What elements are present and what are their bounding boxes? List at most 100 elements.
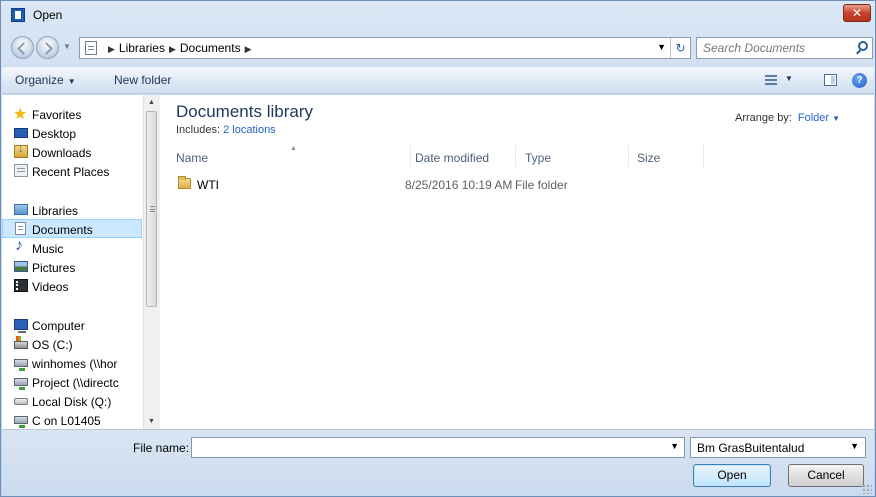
network-drive-icon bbox=[14, 359, 28, 371]
sidebar-item-recent-places[interactable]: Recent Places bbox=[2, 162, 142, 181]
sidebar-item-local-disk-q[interactable]: Local Disk (Q:) bbox=[2, 392, 142, 411]
scrollbar-thumb[interactable] bbox=[146, 111, 157, 307]
network-drive-icon bbox=[14, 416, 28, 428]
sidebar-item-computer[interactable]: Computer bbox=[2, 316, 142, 335]
breadcrumb-chevron-icon[interactable]: ▶ bbox=[241, 44, 256, 54]
column-header-size[interactable]: Size bbox=[637, 145, 697, 169]
sidebar-item-favorites[interactable]: Favorites bbox=[2, 105, 142, 124]
open-button[interactable]: Open bbox=[693, 464, 771, 487]
sidebar-item-label: Computer bbox=[32, 319, 85, 333]
forward-button[interactable] bbox=[36, 36, 59, 59]
cancel-button[interactable]: Cancel bbox=[788, 464, 864, 487]
breadcrumb-libraries[interactable]: Libraries bbox=[119, 41, 165, 55]
column-divider[interactable] bbox=[703, 145, 704, 167]
organize-label: Organize bbox=[15, 73, 64, 87]
sidebar-item-desktop[interactable]: Desktop bbox=[2, 124, 142, 143]
sidebar-item-label: Documents bbox=[32, 223, 93, 237]
sidebar-item-label: Videos bbox=[32, 280, 69, 294]
desktop-icon bbox=[14, 128, 28, 138]
title-bar[interactable]: Open ✕ bbox=[1, 1, 875, 31]
change-view-button[interactable]: ▼ bbox=[765, 73, 795, 89]
search-input[interactable] bbox=[703, 39, 853, 57]
pictures-icon bbox=[14, 261, 28, 272]
sidebar-item-project[interactable]: Project (\\directc bbox=[2, 373, 142, 392]
folder-icon bbox=[178, 176, 191, 189]
sidebar-item-label: winhomes (\\hor bbox=[32, 357, 118, 371]
videos-icon bbox=[14, 279, 30, 292]
file-row[interactable]: WTI 8/25/2016 10:19 AM File folder bbox=[170, 175, 860, 195]
sidebar-item-pictures[interactable]: Pictures bbox=[2, 258, 142, 277]
column-divider[interactable] bbox=[628, 145, 629, 167]
navigation-scrollbar[interactable]: ▲ ▼ bbox=[143, 95, 159, 429]
sidebar-item-label: Desktop bbox=[32, 127, 77, 141]
preview-pane-icon[interactable] bbox=[824, 74, 837, 86]
music-icon bbox=[14, 239, 28, 255]
arrange-label: Arrange by: bbox=[735, 112, 792, 124]
search-box[interactable] bbox=[696, 37, 873, 59]
sidebar-item-c-on-l01405[interactable]: C on L01405 bbox=[2, 411, 142, 429]
column-header-date-modified[interactable]: Date modified bbox=[415, 145, 520, 169]
open-dialog: Open ✕ ▼ ▶Libraries▶Documents▶ ▼ ↻ Organ… bbox=[0, 0, 876, 497]
locations-link[interactable]: 2 locations bbox=[223, 124, 276, 136]
arrange-by-dropdown[interactable]: Folder bbox=[798, 112, 829, 124]
address-dropdown-icon[interactable]: ▼ bbox=[657, 42, 666, 52]
network-drive-icon bbox=[14, 378, 28, 390]
file-list-pane: Documents library Includes: 2 locations … bbox=[160, 95, 874, 429]
includes-label: Includes: bbox=[176, 124, 221, 136]
file-name: WTI bbox=[197, 178, 219, 192]
sidebar-item-videos[interactable]: Videos bbox=[2, 277, 142, 296]
breadcrumb-chevron-icon[interactable]: ▶ bbox=[165, 44, 180, 54]
resize-grip-icon[interactable] bbox=[862, 484, 872, 494]
sidebar-item-label: Recent Places bbox=[32, 165, 110, 179]
sidebar-item-label: Libraries bbox=[32, 204, 79, 218]
search-icon[interactable] bbox=[858, 41, 868, 51]
star-icon bbox=[13, 105, 28, 124]
scroll-up-icon[interactable]: ▲ bbox=[148, 99, 155, 106]
scroll-down-icon[interactable]: ▼ bbox=[148, 418, 155, 425]
address-row: ▼ ▶ Libraries ▶ Documents ▶ ▼ ↻ bbox=[1, 34, 875, 62]
file-type-filter[interactable]: Bm GrasBuitentalud ▼ bbox=[690, 437, 866, 458]
file-name-combobox[interactable]: ▼ bbox=[191, 437, 685, 458]
column-divider[interactable] bbox=[410, 145, 411, 167]
breadcrumb-documents[interactable]: Documents bbox=[180, 41, 241, 55]
sidebar-item-documents[interactable]: Documents bbox=[2, 219, 142, 238]
file-name-input[interactable] bbox=[195, 439, 655, 456]
grip-icon bbox=[150, 206, 155, 212]
sidebar-item-winhomes[interactable]: winhomes (\\hor bbox=[2, 354, 142, 373]
recent-pages-dropdown[interactable]: ▼ bbox=[63, 42, 71, 51]
sidebar-item-music[interactable]: Music bbox=[2, 239, 142, 258]
breadcrumb-chevron-icon[interactable]: ▶ bbox=[104, 44, 119, 54]
chevron-down-icon: ▼ bbox=[67, 77, 76, 86]
library-title: Documents library bbox=[176, 102, 313, 121]
sidebar-item-drive-c[interactable]: OS (C:) bbox=[2, 335, 142, 354]
close-button[interactable]: ✕ bbox=[843, 4, 871, 22]
sidebar-item-downloads[interactable]: Downloads bbox=[2, 143, 142, 162]
close-icon: ✕ bbox=[851, 6, 863, 20]
new-folder-button[interactable]: New folder bbox=[114, 73, 171, 87]
documents-location-icon bbox=[85, 41, 97, 55]
chevron-down-icon[interactable]: ▼ bbox=[832, 114, 840, 123]
help-icon[interactable]: ? bbox=[852, 73, 867, 88]
sidebar-item-label: Pictures bbox=[32, 261, 76, 275]
column-header-name[interactable]: Name bbox=[176, 145, 411, 169]
file-name-label: File name: bbox=[133, 441, 190, 455]
view-list-icon bbox=[765, 75, 777, 85]
sidebar-item-label: Local Disk (Q:) bbox=[32, 395, 112, 409]
sidebar-item-label: C on L01405 bbox=[32, 414, 101, 428]
recent-places-icon bbox=[14, 164, 28, 177]
main-panes: Favorites Desktop Downloads Recent Place… bbox=[2, 95, 874, 429]
arrange-by: Arrange by: Folder ▼ bbox=[735, 112, 840, 124]
window-title: Open bbox=[33, 8, 63, 22]
breadcrumb: ▶ Libraries ▶ Documents ▶ bbox=[104, 41, 256, 55]
address-bar[interactable]: ▶ Libraries ▶ Documents ▶ ▼ ↻ bbox=[79, 37, 691, 59]
back-button[interactable] bbox=[11, 36, 34, 59]
chevron-down-icon: ▼ bbox=[785, 74, 793, 83]
documents-icon bbox=[15, 222, 26, 235]
chevron-down-icon[interactable]: ▼ bbox=[670, 441, 679, 451]
navigation-pane: Favorites Desktop Downloads Recent Place… bbox=[2, 95, 159, 429]
refresh-icon[interactable]: ↻ bbox=[670, 38, 690, 58]
column-divider[interactable] bbox=[515, 145, 516, 167]
organize-button[interactable]: Organize ▼ bbox=[15, 73, 76, 87]
sidebar-item-libraries[interactable]: Libraries bbox=[2, 201, 142, 220]
column-header-type[interactable]: Type bbox=[525, 145, 625, 169]
